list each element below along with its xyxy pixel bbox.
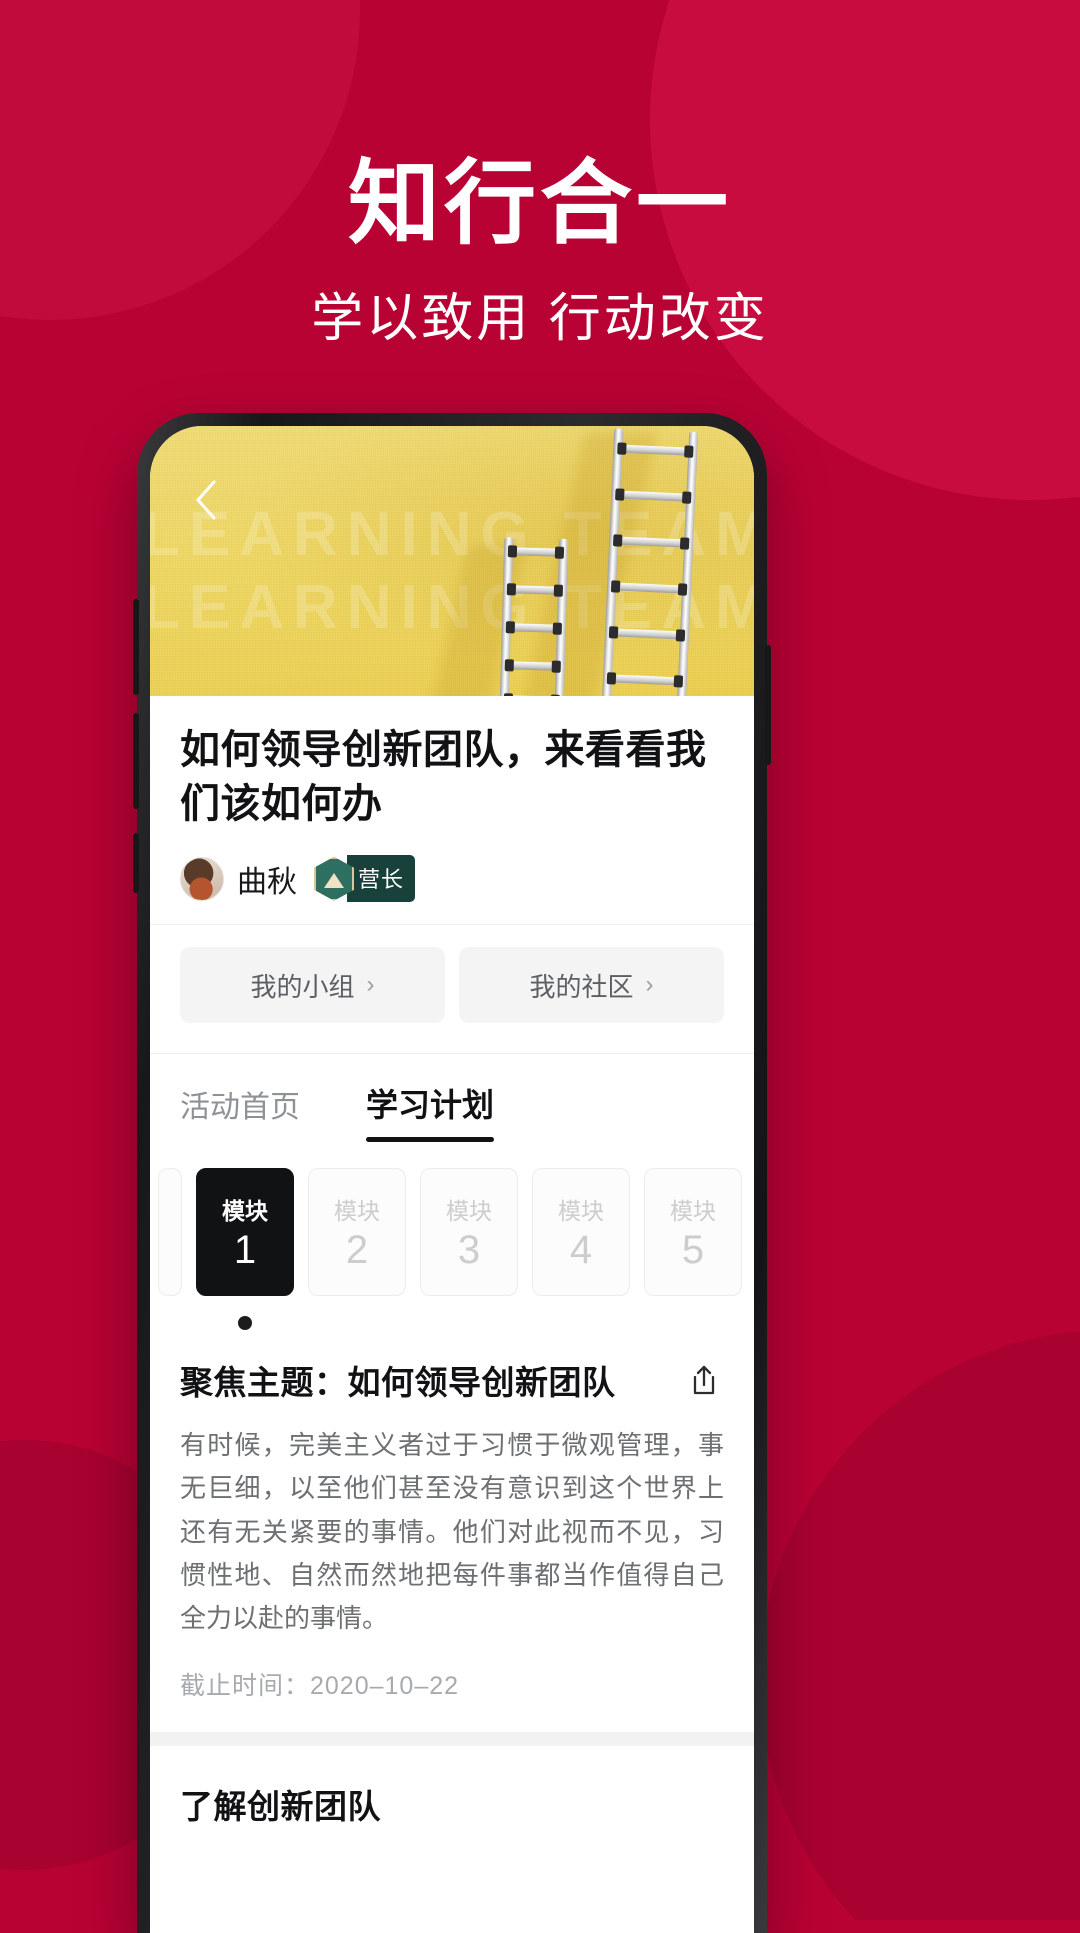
- ladder-illustration: [601, 428, 699, 696]
- module-card-1[interactable]: 模块 1: [196, 1168, 294, 1297]
- module-card-2[interactable]: 模块 2: [308, 1168, 406, 1297]
- next-section-title: 了解创新团队: [180, 1787, 381, 1825]
- lesson-deadline: 截止时间：2020–10–22: [180, 1671, 460, 1700]
- module-strip-area: 模块 1 模块 2 模块 3 模块 4 模块 5: [150, 1142, 754, 1331]
- module-card-number: 4: [569, 1228, 593, 1273]
- article-header: 如何领导创新团队，来看看我们该如何办 曲秋 营长: [150, 696, 754, 925]
- avatar: [180, 856, 224, 901]
- chevron-right-icon: ›: [366, 971, 375, 999]
- phone-frame: LEARNING TEAM LEARNING TEAM 如何领导创新团队，来看看…: [133, 413, 771, 1933]
- hero-subtitle: 学以致用 行动改变: [311, 290, 769, 349]
- module-card-number: 2: [345, 1228, 369, 1273]
- chevron-left-icon: [196, 480, 216, 520]
- module-card-label: 模块: [446, 1198, 492, 1225]
- quick-links-row: 我的小组 › 我的社区 ›: [150, 924, 754, 1054]
- chevron-right-icon: ›: [645, 971, 654, 999]
- lesson-body-text: 有时候，完美主义者过于习惯于微观管理，事无巨细，以至他们甚至没有意识到这个世界上…: [180, 1430, 724, 1633]
- share-icon: [693, 1366, 715, 1395]
- module-card-5[interactable]: 模块 5: [644, 1168, 742, 1297]
- phone-power-button: [765, 645, 771, 765]
- module-pagination-dot: [238, 1316, 252, 1331]
- lesson-block: 聚焦主题：如何领导创新团队 有时候，完美主义者过于习惯于微观管理，事无巨细，以至…: [150, 1330, 754, 1732]
- phone-screen: LEARNING TEAM LEARNING TEAM 如何领导创新团队，来看看…: [150, 426, 754, 1933]
- phone-volume-down-button: [133, 713, 139, 809]
- background-blob-bottom-right: [760, 1330, 1080, 1920]
- module-card-label: 模块: [670, 1198, 716, 1225]
- phone-volume-up-button: [133, 599, 139, 695]
- phone-mute-switch: [133, 833, 139, 893]
- module-card-3[interactable]: 模块 3: [420, 1168, 518, 1297]
- section-divider: [150, 1731, 754, 1746]
- quick-link-label: 我的小组: [250, 971, 355, 1002]
- status-badge: 营长: [314, 855, 416, 903]
- lesson-header: 聚焦主题：如何领导创新团队: [180, 1356, 724, 1404]
- module-card-number: 3: [457, 1228, 481, 1273]
- quick-link-my-group[interactable]: 我的小组 ›: [180, 947, 445, 1024]
- module-card-label: 模块: [222, 1198, 268, 1225]
- quick-link-my-community[interactable]: 我的社区 ›: [459, 947, 724, 1024]
- module-card-number: 1: [233, 1228, 257, 1273]
- module-card-prev-peek[interactable]: [158, 1168, 182, 1297]
- share-button[interactable]: [684, 1360, 724, 1400]
- hero-section: 知行合一 学以致用 行动改变: [0, 0, 1080, 351]
- tab-bar: 活动首页 学习计划: [150, 1053, 754, 1143]
- module-card-number: 5: [681, 1228, 705, 1273]
- module-card-label: 模块: [334, 1198, 380, 1225]
- module-strip[interactable]: 模块 1 模块 2 模块 3 模块 4 模块 5: [150, 1168, 754, 1297]
- module-card-4[interactable]: 模块 4: [532, 1168, 630, 1297]
- next-section[interactable]: 了解创新团队: [150, 1745, 754, 1868]
- ladder-illustration: [499, 537, 569, 696]
- hero-title: 知行合一: [347, 153, 732, 255]
- author-row[interactable]: 曲秋 营长: [180, 855, 724, 903]
- tab-activity-home[interactable]: 活动首页: [180, 1082, 300, 1142]
- quick-link-label: 我的社区: [529, 971, 634, 1002]
- module-card-label: 模块: [558, 1198, 604, 1225]
- tab-study-plan[interactable]: 学习计划: [366, 1080, 495, 1143]
- back-button[interactable]: [180, 474, 232, 526]
- page-title: 如何领导创新团队，来看看我们该如何办: [180, 728, 707, 826]
- article-hero-banner: LEARNING TEAM LEARNING TEAM: [150, 426, 754, 696]
- role-badge-label: 营长: [347, 855, 416, 903]
- lesson-title: 聚焦主题：如何领导创新团队: [180, 1364, 616, 1402]
- author-name: 曲秋: [237, 865, 297, 899]
- phone-mockup: LEARNING TEAM LEARNING TEAM 如何领导创新团队，来看看…: [133, 413, 771, 1933]
